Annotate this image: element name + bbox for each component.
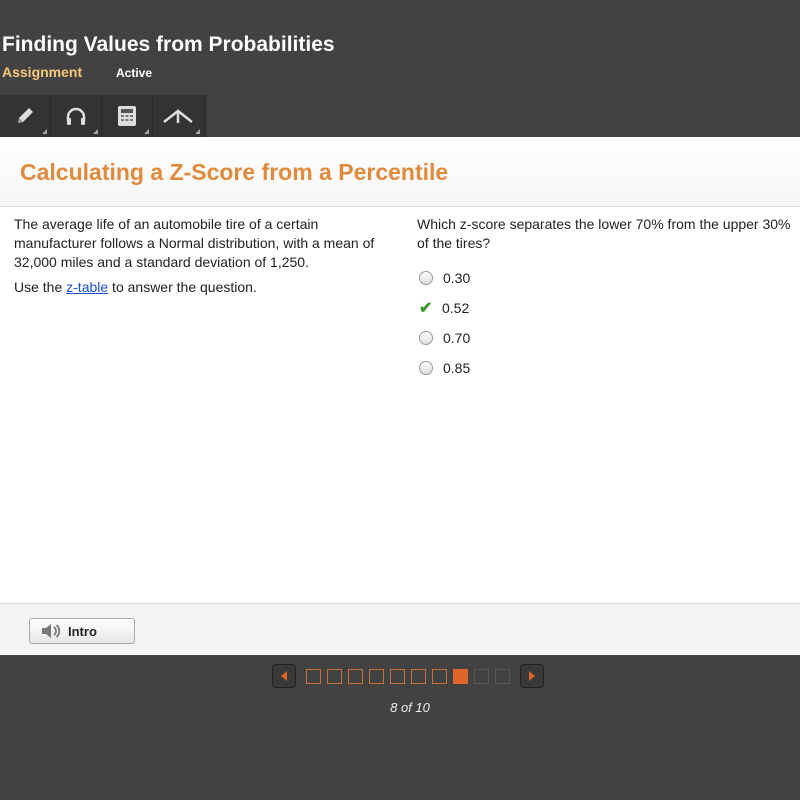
- answer-option[interactable]: 0.30: [419, 263, 797, 293]
- assignment-type: Assignment: [2, 64, 83, 80]
- passage: The average life of an automobile tire o…: [14, 215, 399, 303]
- calculator-tool-button[interactable]: [102, 95, 153, 137]
- answer-option[interactable]: 0.70: [419, 323, 797, 353]
- check-icon: ✔: [419, 299, 433, 317]
- toolbar: [0, 95, 207, 137]
- radio-button[interactable]: [419, 361, 433, 375]
- lesson-content: Calculating a Z-Score from a Percentile …: [0, 137, 800, 603]
- page-square-8[interactable]: [453, 668, 468, 684]
- page-square-5[interactable]: [390, 668, 405, 684]
- page-square-4[interactable]: [369, 668, 384, 684]
- page-square-9[interactable]: [474, 668, 489, 684]
- page-navigator: [272, 664, 544, 688]
- previous-page-button[interactable]: [272, 664, 296, 688]
- answer-options: 0.30 ✔ 0.52 0.70 0.85: [417, 263, 797, 383]
- page-square-3[interactable]: [348, 668, 363, 684]
- pencil-tool-button[interactable]: [0, 95, 51, 137]
- assignment-title: Finding Values from Probabilities: [2, 33, 335, 56]
- app-header: Finding Values from Probabilities Assign…: [0, 0, 800, 95]
- headphones-icon: [66, 107, 86, 125]
- triangle-right-icon: [529, 671, 535, 681]
- reference-tool-button[interactable]: [153, 95, 204, 137]
- page-square-1[interactable]: [306, 668, 321, 684]
- lesson-header: Calculating a Z-Score from a Percentile: [0, 137, 800, 207]
- question-panel: Which z-score separates the lower 70% fr…: [417, 215, 797, 383]
- answer-option[interactable]: 0.85: [419, 353, 797, 383]
- radio-button[interactable]: [419, 271, 433, 285]
- radio-button[interactable]: [419, 331, 433, 345]
- pencil-icon: [18, 108, 33, 123]
- intro-label: Intro: [68, 623, 97, 639]
- next-page-button[interactable]: [520, 664, 544, 688]
- instruction-suffix: to answer the question.: [108, 279, 257, 295]
- lesson-footer: Intro: [0, 603, 800, 655]
- calculator-icon: [118, 106, 136, 126]
- lesson-title: Calculating a Z-Score from a Percentile: [20, 159, 449, 185]
- option-label: 0.52: [442, 299, 470, 316]
- speaker-icon: [42, 624, 61, 638]
- option-label: 0.85: [443, 359, 471, 376]
- question-text: Which z-score separates the lower 70% fr…: [417, 216, 791, 251]
- page-square-2[interactable]: [327, 668, 342, 684]
- passage-text: The average life of an automobile tire o…: [14, 216, 375, 270]
- page-indicator: 8 of 10: [390, 700, 430, 715]
- page-squares: [306, 668, 516, 684]
- option-label: 0.30: [443, 269, 471, 286]
- triangle-left-icon: [281, 671, 287, 681]
- reference-icon: [163, 109, 193, 123]
- page-square-10[interactable]: [495, 668, 510, 684]
- instruction-prefix: Use the: [14, 279, 67, 295]
- z-table-link[interactable]: z-table: [66, 279, 108, 295]
- page-square-7[interactable]: [432, 668, 447, 684]
- answer-option-selected[interactable]: ✔ 0.52: [419, 293, 797, 323]
- audio-tool-button[interactable]: [51, 95, 102, 137]
- assignment-status: Active: [116, 66, 153, 80]
- intro-button[interactable]: Intro: [29, 618, 135, 644]
- page-square-6[interactable]: [411, 668, 426, 684]
- ztable-instruction: Use the z-table to answer the question.: [14, 278, 399, 297]
- option-label: 0.70: [443, 329, 471, 346]
